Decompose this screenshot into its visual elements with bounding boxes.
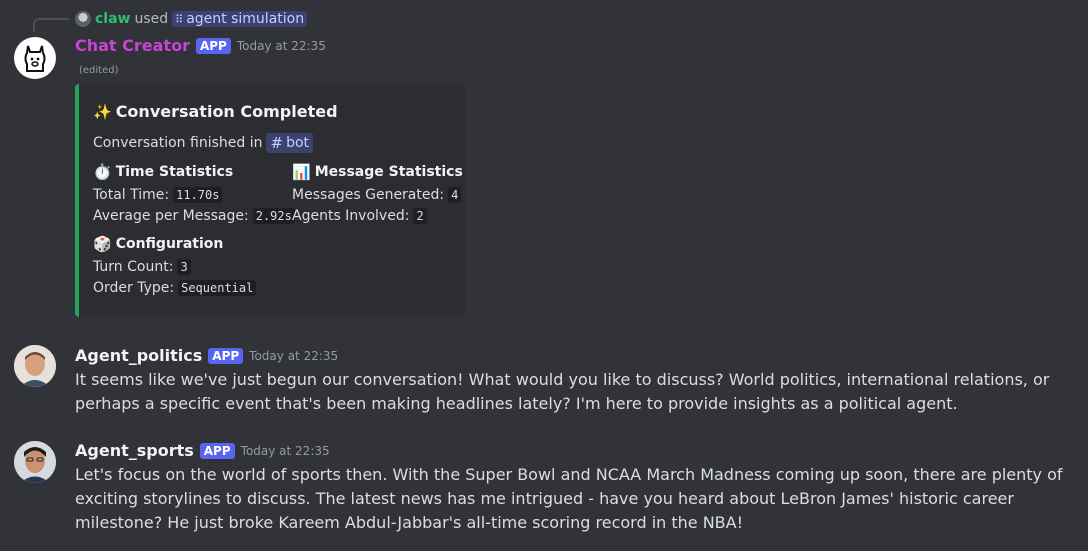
time-stats-title-text: Time Statistics xyxy=(115,164,234,180)
avg-time-label: Average per Message: xyxy=(93,208,249,224)
agents-involved-value: 2 xyxy=(413,208,427,224)
total-time-line: Total Time: 11.70s xyxy=(93,187,223,203)
llama-logo-icon xyxy=(24,45,46,72)
chat-creator-header: Chat Creator APP Today at 22:35 xyxy=(75,36,326,55)
total-time-value: 11.70s xyxy=(173,187,223,203)
username[interactable]: Chat Creator xyxy=(75,36,190,55)
agent-politics-avatar[interactable] xyxy=(14,345,56,387)
app-badge: APP xyxy=(195,37,231,54)
messages-generated-line: Messages Generated: 4 xyxy=(292,187,462,203)
app-badge: APP xyxy=(208,347,244,364)
app-badge: APP xyxy=(199,442,235,459)
channel-mention[interactable]: # bot xyxy=(266,133,314,153)
turn-count-label: Turn Count: xyxy=(93,259,174,275)
agent-politics-portrait xyxy=(14,345,56,387)
reply-reference[interactable]: claw used ⠿ agent simulation xyxy=(75,9,308,29)
timestamp[interactable]: Today at 22:35 xyxy=(249,349,338,363)
message-text: It seems like we've just begun our conve… xyxy=(75,370,1050,413)
turn-count-line: Turn Count: 3 xyxy=(93,259,191,275)
agent-sports-avatar[interactable] xyxy=(14,441,56,483)
username[interactable]: Agent_politics xyxy=(75,346,202,365)
agent-sports-header: Agent_sports APP Today at 22:35 xyxy=(75,441,330,460)
conversation-embed: ✨ Conversation Completed Conversation fi… xyxy=(75,84,465,317)
order-type-line: Order Type: Sequential xyxy=(93,280,257,296)
time-stats-title: ⏱️ Time Statistics xyxy=(93,163,233,181)
avg-time-line: Average per Message: 2.92s xyxy=(93,208,295,224)
stopwatch-icon: ⏱️ xyxy=(93,163,112,181)
agent-politics-header: Agent_politics APP Today at 22:35 xyxy=(75,346,338,365)
total-time-label: Total Time: xyxy=(93,187,170,203)
agent-sports-portrait xyxy=(14,441,56,483)
edited-label: (edited) xyxy=(79,65,119,76)
reply-username[interactable]: claw xyxy=(95,11,130,27)
sparkles-icon: ✨ xyxy=(93,102,112,121)
hash-icon: # xyxy=(270,134,284,152)
command-mention[interactable]: ⠿ agent simulation xyxy=(172,11,308,27)
reply-connector xyxy=(33,18,69,32)
apps-icon: ⠿ xyxy=(175,12,184,26)
chat-creator-avatar[interactable] xyxy=(14,37,56,79)
agents-involved-label: Agents Involved: xyxy=(292,208,410,224)
claw-avatar[interactable] xyxy=(75,11,91,27)
message-stats-title: 📊 Message Statistics xyxy=(292,163,463,181)
username[interactable]: Agent_sports xyxy=(75,441,194,460)
message-text: Let's focus on the world of sports then.… xyxy=(75,465,1063,532)
avg-time-value: 2.92s xyxy=(252,208,295,224)
embed-desc-prefix: Conversation finished in xyxy=(93,135,263,151)
embed-title: ✨ Conversation Completed xyxy=(93,102,338,121)
messages-generated-label: Messages Generated: xyxy=(292,187,445,203)
messages-generated-value: 4 xyxy=(448,187,462,203)
embed-title-text: Conversation Completed xyxy=(115,102,338,121)
message-stats-title-text: Message Statistics xyxy=(314,164,463,180)
configuration-title: 🎲 Configuration xyxy=(93,235,223,253)
order-type-value: Sequential xyxy=(178,280,257,296)
timestamp[interactable]: Today at 22:35 xyxy=(241,444,330,458)
configuration-title-text: Configuration xyxy=(115,236,224,252)
dice-icon: 🎲 xyxy=(93,235,112,253)
bar-chart-icon: 📊 xyxy=(292,163,311,181)
channel-name: bot xyxy=(286,135,310,151)
command-name: agent simulation xyxy=(186,11,305,27)
timestamp[interactable]: Today at 22:35 xyxy=(237,39,326,53)
reply-used-label: used xyxy=(134,11,169,27)
agents-involved-line: Agents Involved: 2 xyxy=(292,208,427,224)
embed-description: Conversation finished in # bot xyxy=(93,133,314,153)
turn-count-value: 3 xyxy=(177,259,191,275)
order-type-label: Order Type: xyxy=(93,280,175,296)
